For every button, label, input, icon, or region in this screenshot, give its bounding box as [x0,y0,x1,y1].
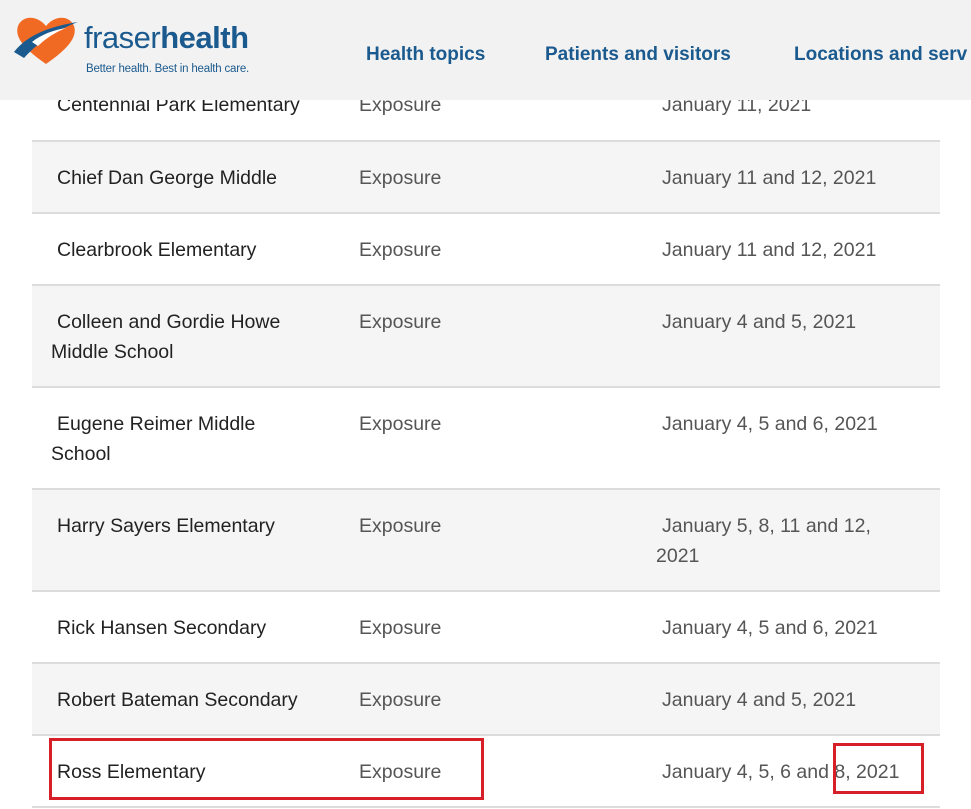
exposure-dates: January 5, 8, 11 and 12, 2021 [656,515,871,567]
notification-type: Exposure [359,689,442,711]
notification-type: Exposure [359,167,442,189]
exposure-dates: January 4 and 5, 2021 [662,311,857,333]
notification-type: Exposure [359,413,442,435]
exposure-dates: January 4, 5 and 6, 2021 [662,413,878,435]
table-row: Clearbrook Elementary Exposure January 1… [32,214,940,286]
table-row: Robert Bateman Secondary Exposure Januar… [32,664,940,736]
nav-health-topics[interactable]: Health topics [366,43,485,67]
site-header: fraserhealth Better health. Best in heal… [0,0,971,100]
exposure-dates: January 4, 5 and 6, 2021 [662,617,878,639]
school-name: Robert Bateman Secondary [57,689,298,711]
school-name: Harry Sayers Elementary [57,515,275,537]
notification-type: Exposure [359,515,442,537]
school-name: Chief Dan George Middle [57,167,278,189]
notification-type: Exposure [359,761,442,783]
school-exposures-table: Centennial Park Elementary Exposure Janu… [32,66,940,808]
notification-type: Exposure [359,239,442,261]
table-row: Chief Dan George Middle Exposure January… [32,142,940,214]
exposure-dates: January 4 and 5, 2021 [662,689,857,711]
school-name: Ross Elementary [57,761,206,783]
logo-tagline: Better health. Best in health care. [86,63,250,75]
exposure-dates: January 11 and 12, 2021 [662,167,877,189]
school-name: Colleen and Gordie Howe Middle School [51,311,281,363]
nav-patients-and-visitors[interactable]: Patients and visitors [545,43,731,67]
school-name: Eugene Reimer Middle School [51,413,256,465]
exposure-dates: January 11 and 12, 2021 [662,239,877,261]
exposure-dates: January 4, 5, 6 and 8, 2021 [662,761,900,783]
table-row: Rick Hansen Secondary Exposure January 4… [32,592,940,664]
logo-word-fraser: fraser [84,20,161,55]
notification-type: Exposure [359,617,442,639]
table-row: Colleen and Gordie Howe Middle School Exp… [32,286,940,388]
nav-locations-and-services[interactable]: Locations and serv [794,43,967,67]
notification-type: Exposure [359,311,442,333]
logo-wordmark: fraserhealth [84,22,249,53]
table-row: Ross Elementary Exposure January 4, 5, 6… [32,736,940,808]
fraser-health-logo[interactable]: fraserhealth Better health. Best in heal… [12,12,252,82]
heart-logo-icon [14,17,78,64]
table-row: Eugene Reimer Middle School Exposure Janu… [32,388,940,490]
table-row: Harry Sayers Elementary Exposure January… [32,490,940,592]
school-name: Clearbrook Elementary [57,239,257,261]
school-name: Rick Hansen Secondary [57,617,267,639]
logo-word-health: health [160,20,249,55]
